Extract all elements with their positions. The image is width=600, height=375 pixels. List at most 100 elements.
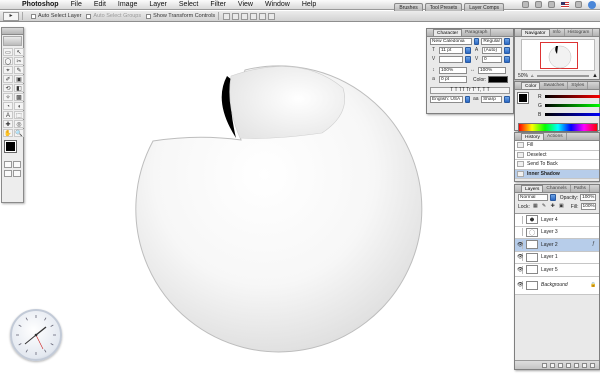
quick-mask-mode-icon[interactable] — [13, 161, 21, 168]
screen-mode-standard-icon[interactable] — [4, 170, 12, 177]
tab-styles[interactable]: Styles — [568, 82, 589, 89]
tab-channels[interactable]: Channels — [543, 185, 571, 192]
red-slider[interactable] — [545, 95, 600, 98]
add-mask-icon[interactable] — [558, 362, 563, 368]
eye-icon[interactable]: 👁 — [517, 253, 523, 262]
navigator-zoom-slider[interactable] — [536, 75, 590, 77]
font-family-dropdown-icon[interactable] — [473, 38, 480, 45]
tracking-field[interactable]: 0 — [482, 56, 502, 63]
tab-histogram[interactable]: Histogram — [565, 29, 594, 36]
add-style-icon[interactable] — [550, 362, 555, 368]
marquee-tool-icon[interactable]: ▭ — [3, 48, 13, 56]
tab-info[interactable]: Info — [550, 29, 565, 36]
tab-navigator[interactable]: Navigator — [521, 29, 550, 36]
navigator-zoom-value[interactable]: 50% — [518, 73, 528, 79]
fill-field[interactable]: 100% — [580, 203, 597, 210]
history-item-send-to-back[interactable]: Send To Back — [515, 160, 599, 170]
lock-position-icon[interactable]: ✚ — [549, 203, 556, 210]
healing-brush-tool-icon[interactable]: ✐ — [3, 75, 13, 83]
new-layer-icon[interactable] — [582, 362, 587, 368]
tab-color[interactable]: Color — [521, 82, 541, 89]
layer-row-layer-5[interactable]: 👁 Layer 5 — [515, 264, 599, 277]
history-brush-tool-icon[interactable]: ◧ — [14, 84, 24, 92]
antialias-field[interactable]: Sharp — [481, 96, 503, 103]
layer-row-layer-2[interactable]: 👁 Layer 2 ƒ — [515, 239, 599, 252]
color-foreground-swatch[interactable] — [517, 92, 529, 104]
blend-mode-field[interactable]: Normal — [518, 194, 548, 201]
font-size-field[interactable]: 11 pt — [439, 47, 463, 54]
layer-effects-icon[interactable]: ƒ — [590, 241, 597, 248]
eye-icon[interactable]: 👁 — [517, 265, 523, 274]
kerning-field[interactable] — [439, 56, 463, 63]
antialias-dropdown-icon[interactable] — [504, 96, 511, 103]
history-item-inner-shadow[interactable]: Inner Shadow — [515, 169, 599, 179]
zoom-out-icon[interactable]: ▵ — [531, 73, 534, 79]
layer-visibility-toggle[interactable] — [517, 228, 523, 237]
eye-icon[interactable]: 👁 — [517, 281, 523, 289]
lock-transparency-icon[interactable]: ▦ — [532, 203, 539, 210]
baseline-shift-field[interactable]: 0 pt — [439, 76, 467, 83]
color-spectrum-bar[interactable] — [518, 123, 598, 132]
blur-tool-icon[interactable]: ◔ — [3, 102, 13, 110]
new-adjustment-icon[interactable] — [574, 362, 579, 368]
horizontal-scale-field[interactable]: 100% — [478, 67, 506, 74]
font-family-field[interactable]: New Caledonia — [430, 38, 472, 45]
font-style-dropdown-icon[interactable] — [504, 38, 510, 45]
hand-tool-icon[interactable]: ✋ — [3, 129, 13, 137]
tracking-dropdown-icon[interactable] — [504, 56, 510, 63]
leading-dropdown-icon[interactable] — [504, 47, 510, 54]
layer-row-layer-4[interactable]: Layer 4 — [515, 214, 599, 227]
font-size-dropdown-icon[interactable] — [465, 47, 471, 54]
slice-tool-icon[interactable]: ✎ — [14, 66, 24, 74]
link-layers-icon[interactable] — [542, 362, 547, 368]
layer-visibility-toggle[interactable] — [517, 215, 523, 224]
eraser-tool-icon[interactable]: ✧ — [3, 93, 13, 101]
font-style-field[interactable]: Regular — [481, 38, 503, 45]
shape-tool-icon[interactable]: ⬚ — [14, 111, 24, 119]
vertical-scale-field[interactable]: 100% — [439, 67, 467, 74]
desktop-clock-widget[interactable] — [10, 309, 62, 361]
green-slider[interactable] — [545, 104, 600, 107]
tab-paragraph[interactable]: Paragraph — [462, 29, 492, 36]
leading-field[interactable]: (Auto) — [482, 47, 502, 54]
language-dropdown-icon[interactable] — [464, 96, 471, 103]
eye-icon[interactable]: 👁 — [517, 240, 523, 249]
type-tool-icon[interactable]: A — [3, 111, 13, 119]
blend-mode-dropdown-icon[interactable] — [549, 194, 556, 201]
trash-icon[interactable] — [590, 362, 595, 368]
standard-mode-icon[interactable] — [4, 161, 12, 168]
history-item-deselect[interactable]: Deselect — [515, 150, 599, 160]
tab-actions[interactable]: Actions — [544, 133, 567, 140]
layer-row-layer-1[interactable]: 👁 Layer 1 — [515, 251, 599, 264]
navigator-thumbnail[interactable] — [521, 39, 595, 71]
layer-row-layer-3[interactable]: Layer 3 — [515, 226, 599, 239]
notes-tool-icon[interactable]: ✚ — [3, 120, 13, 128]
zoom-tool-icon[interactable]: 🔍 — [14, 129, 24, 137]
faux-style-buttons[interactable]: T T TT Tr T' T, T T — [430, 87, 510, 94]
lock-image-icon[interactable]: ✎ — [541, 203, 548, 210]
adobe-online-icon[interactable] — [3, 36, 22, 46]
toolbox-title-bar[interactable] — [2, 28, 23, 35]
magic-wand-tool-icon[interactable]: ✂ — [14, 57, 24, 65]
crop-tool-icon[interactable]: ⌖ — [3, 66, 13, 74]
blue-slider[interactable] — [545, 113, 600, 116]
opacity-field[interactable]: 100% — [580, 194, 596, 201]
tab-swatches[interactable]: Swatches — [540, 82, 569, 89]
layer-row-background[interactable]: 👁 Background 🔒 — [515, 276, 599, 295]
text-color-swatch[interactable] — [488, 76, 509, 83]
screen-mode-full-icon[interactable] — [13, 170, 21, 177]
lock-all-icon[interactable]: ▣ — [558, 203, 565, 210]
gradient-tool-icon[interactable]: ▩ — [14, 93, 24, 101]
brush-tool-icon[interactable]: ▣ — [14, 75, 24, 83]
history-item-fill[interactable]: Fill — [515, 141, 599, 151]
language-field[interactable]: English: USA — [430, 96, 463, 103]
clone-stamp-tool-icon[interactable]: ⟲ — [3, 84, 13, 92]
dodge-tool-icon[interactable]: ◖ — [14, 102, 24, 110]
tab-layers[interactable]: Layers — [521, 185, 544, 192]
tab-paths[interactable]: Paths — [571, 185, 590, 192]
move-tool-icon[interactable]: ↖ — [14, 48, 24, 56]
tab-history[interactable]: History — [521, 133, 544, 140]
foreground-color-swatch[interactable] — [4, 140, 17, 153]
eyedropper-tool-icon[interactable]: ◎ — [14, 120, 24, 128]
tab-character[interactable]: Character — [433, 29, 463, 36]
